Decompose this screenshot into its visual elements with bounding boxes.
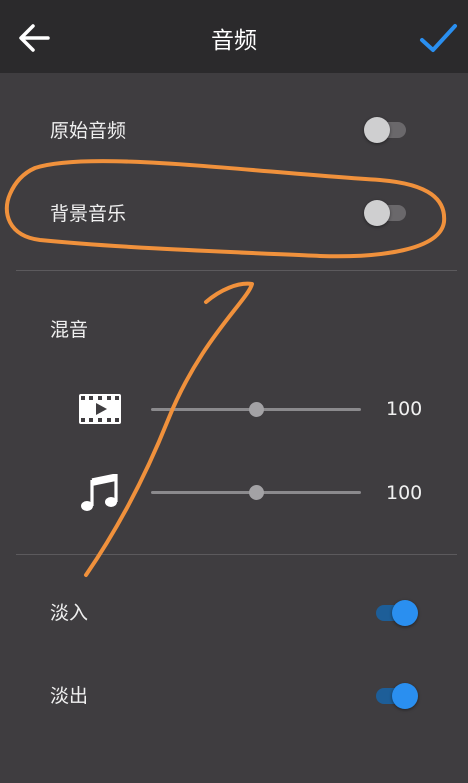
check-icon[interactable] [416,16,460,60]
video-clip-icon [79,394,121,424]
section-divider [16,554,457,555]
page-title: 音频 [211,28,257,54]
original-audio-toggle[interactable] [364,115,412,145]
music-volume-value: 100 [386,482,423,504]
video-volume-value: 100 [386,398,423,420]
background-music-label: 背景音乐 [50,203,127,225]
original-audio-label: 原始音频 [50,120,127,142]
fade-in-toggle[interactable] [370,598,418,628]
music-note-icon [81,474,118,511]
fade-out-toggle[interactable] [370,681,418,711]
top-bar: 音频 [0,0,468,73]
fade-in-label: 淡入 [50,602,89,624]
background-music-toggle[interactable] [364,198,412,228]
fade-out-label: 淡出 [50,685,89,707]
video-volume-slider[interactable] [151,397,361,421]
music-volume-thumb[interactable] [248,485,264,500]
video-volume-thumb[interactable] [248,402,264,417]
music-volume-slider[interactable] [151,480,361,504]
mix-label: 混音 [50,319,89,341]
section-divider [16,270,457,271]
